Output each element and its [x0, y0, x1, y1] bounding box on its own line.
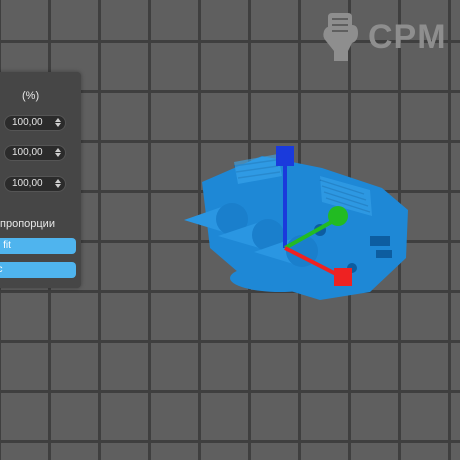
scale-panel: (%) 100,00 100,00 100,00 пропорции to fi… [0, 72, 81, 288]
spin-arrows-icon[interactable] [55, 117, 61, 129]
scale-z-input[interactable]: 100,00 [4, 176, 66, 192]
spin-arrows-icon[interactable] [55, 147, 61, 159]
unit-label: (%) [22, 90, 40, 102]
scale-y-value: 100,00 [12, 147, 43, 158]
proportions-label: пропорции [0, 218, 55, 230]
scale-x-value: 100,00 [12, 117, 43, 128]
fist-icon [323, 13, 358, 61]
z-axis-handle[interactable] [276, 146, 294, 166]
spin-arrows-icon[interactable] [55, 178, 61, 190]
scale-to-fit-button[interactable]: to fit [0, 238, 76, 254]
3d-model[interactable] [170, 140, 420, 310]
scale-x-input[interactable]: 100,00 [4, 115, 66, 131]
reset-button[interactable]: ос [0, 262, 76, 278]
y-axis-handle[interactable] [328, 206, 348, 226]
x-axis-handle[interactable] [334, 268, 352, 286]
scale-y-input[interactable]: 100,00 [4, 145, 66, 161]
scale-z-value: 100,00 [12, 178, 43, 189]
logo: CPM [318, 8, 447, 66]
logo-text: CPM [368, 17, 447, 56]
